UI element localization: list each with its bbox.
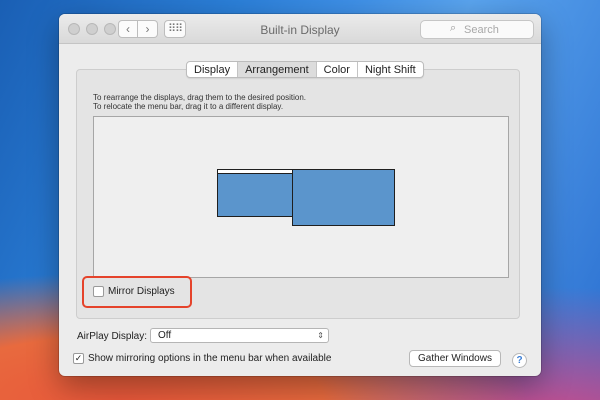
airplay-display-select[interactable]: Off ⇕: [150, 328, 329, 343]
tab-display[interactable]: Display: [187, 62, 239, 77]
help-button[interactable]: ?: [512, 353, 527, 368]
titlebar: ‹ › ⠿⠿ Built-in Display ⌕ Search: [59, 14, 541, 44]
display-arrangement-area: [93, 116, 509, 278]
preferences-window: ‹ › ⠿⠿ Built-in Display ⌕ Search Display…: [59, 14, 541, 376]
show-mirroring-checkbox[interactable]: ✓: [73, 353, 84, 364]
mirror-displays-label: Mirror Displays: [108, 286, 175, 297]
tab-night-shift[interactable]: Night Shift: [358, 62, 423, 77]
arrangement-instruction-1: To rearrange the displays, drag them to …: [93, 93, 307, 102]
search-placeholder: Search: [464, 24, 499, 36]
arrangement-instruction-2: To relocate the menu bar, drag it to a d…: [93, 102, 284, 111]
search-input[interactable]: ⌕ Search: [420, 20, 534, 39]
airplay-display-value: Off: [158, 330, 172, 341]
show-mirroring-label: Show mirroring options in the menu bar w…: [88, 353, 332, 364]
gather-windows-button[interactable]: Gather Windows: [409, 350, 501, 367]
tab-arrangement[interactable]: Arrangement: [238, 62, 317, 77]
display-thumbnail-external[interactable]: [292, 169, 395, 226]
menu-bar-handle[interactable]: [218, 170, 292, 174]
tab-color[interactable]: Color: [317, 62, 358, 77]
mirror-displays-option[interactable]: Mirror Displays: [93, 286, 175, 297]
display-thumbnail-built-in[interactable]: [217, 169, 293, 217]
mirror-displays-checkbox[interactable]: [93, 286, 104, 297]
search-icon: ⌕: [450, 22, 457, 34]
select-arrows-icon: ⇕: [317, 331, 324, 340]
show-mirroring-option[interactable]: ✓ Show mirroring options in the menu bar…: [73, 353, 331, 364]
airplay-display-label: AirPlay Display:: [77, 331, 148, 342]
tab-bar: Display Arrangement Color Night Shift: [186, 61, 424, 78]
